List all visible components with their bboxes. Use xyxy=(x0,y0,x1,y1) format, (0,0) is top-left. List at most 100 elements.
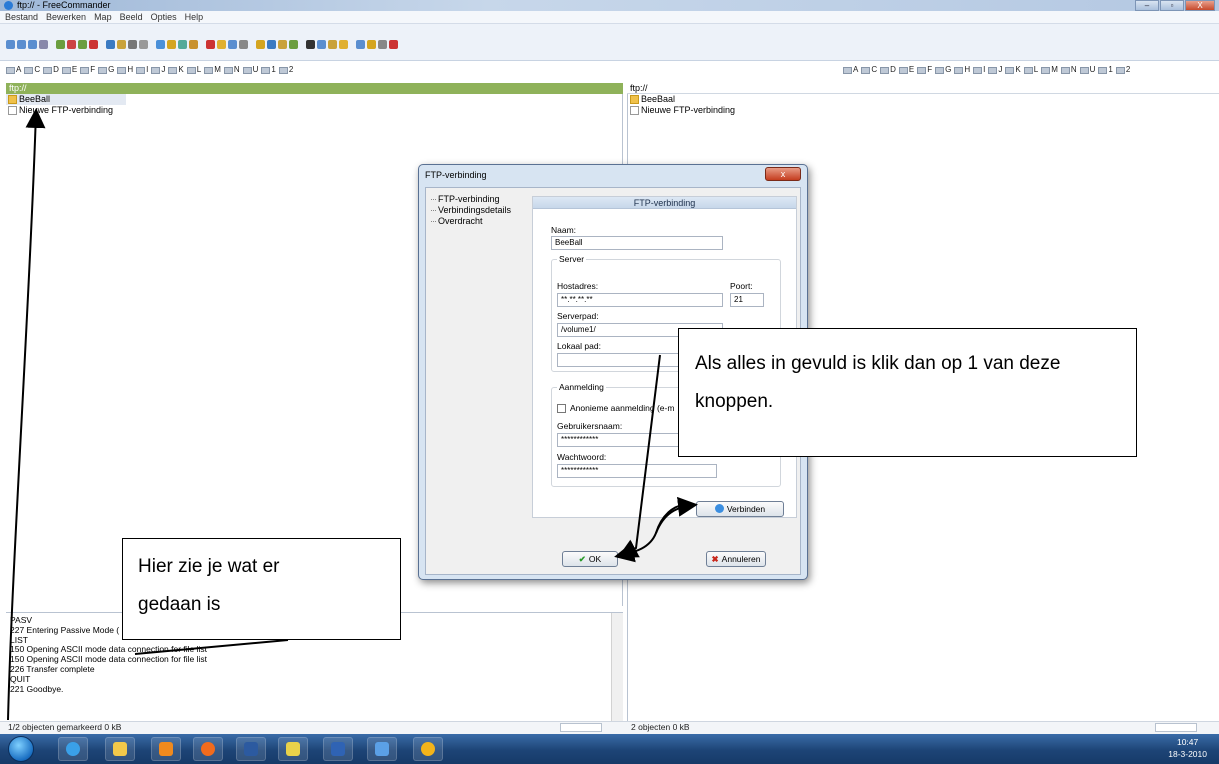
drive-button[interactable]: I xyxy=(136,63,148,77)
close-button[interactable]: X xyxy=(1185,0,1215,11)
port-field[interactable]: 21 xyxy=(730,293,764,307)
toolbar-button-icon[interactable] xyxy=(178,40,187,49)
path-bar-right[interactable]: ftp:// xyxy=(627,83,1219,94)
path-bar-left[interactable]: ftp:// xyxy=(6,83,623,94)
toolbar-button-icon[interactable] xyxy=(128,40,137,49)
start-button[interactable] xyxy=(8,736,34,762)
drive-button[interactable]: 2 xyxy=(278,63,293,77)
drive-button[interactable]: J xyxy=(988,63,1002,77)
toolbar-button-icon[interactable] xyxy=(217,40,226,49)
toolbar-button-icon[interactable] xyxy=(206,40,215,49)
taskbar-explorer[interactable] xyxy=(105,737,135,761)
host-field[interactable]: **.**.**.** xyxy=(557,293,723,307)
toolbar-button-icon[interactable] xyxy=(367,40,376,49)
toolbar-button-icon[interactable] xyxy=(106,40,115,49)
list-item[interactable]: BeeBall xyxy=(6,94,126,105)
drive-button[interactable]: N xyxy=(1060,63,1077,77)
drive-button[interactable]: J xyxy=(151,63,165,77)
toolbar-button-icon[interactable] xyxy=(256,40,265,49)
toolbar-button-icon[interactable] xyxy=(17,40,26,49)
list-item[interactable]: Nieuwe FTP-verbinding xyxy=(628,105,1219,116)
tree-item-ftp-verbinding[interactable]: FTP-verbinding xyxy=(430,194,511,205)
clock[interactable]: 10:47 18-3-2010 xyxy=(1168,736,1207,762)
menu-bewerken[interactable]: Bewerken xyxy=(46,11,86,23)
status-field-right[interactable] xyxy=(1155,723,1197,732)
toolbar-button-icon[interactable] xyxy=(117,40,126,49)
ok-button[interactable]: ✔ OK xyxy=(562,551,618,567)
taskbar-paint[interactable] xyxy=(367,737,397,761)
cancel-button[interactable]: ✖ Annuleren xyxy=(706,551,766,567)
drive-button[interactable]: 1 xyxy=(1098,63,1113,77)
menu-opties[interactable]: Opties xyxy=(151,11,177,23)
dialog-close-button[interactable]: x xyxy=(765,167,801,181)
taskbar-mail[interactable] xyxy=(193,737,223,761)
toolbar-button-icon[interactable] xyxy=(378,40,387,49)
drive-button[interactable]: G xyxy=(935,63,951,77)
toolbar-button-icon[interactable] xyxy=(189,40,198,49)
taskbar-app[interactable] xyxy=(236,737,266,761)
name-field[interactable]: BeeBall xyxy=(551,236,723,250)
taskbar-tool[interactable] xyxy=(278,737,308,761)
toolbar-button-icon[interactable] xyxy=(228,40,237,49)
status-field-left[interactable] xyxy=(560,723,602,732)
drive-button[interactable]: N xyxy=(223,63,240,77)
drive-button[interactable]: M xyxy=(1041,63,1058,77)
toolbar-button-icon[interactable] xyxy=(56,40,65,49)
toolbar-button-icon[interactable] xyxy=(278,40,287,49)
menu-map[interactable]: Map xyxy=(94,11,112,23)
anonymous-checkbox[interactable] xyxy=(557,404,566,413)
menu-beeld[interactable]: Beeld xyxy=(120,11,143,23)
password-field[interactable]: ************ xyxy=(557,464,717,478)
menu-help[interactable]: Help xyxy=(185,11,204,23)
toolbar-button-icon[interactable] xyxy=(39,40,48,49)
connect-button[interactable]: Verbinden xyxy=(696,501,784,517)
drive-button[interactable]: C xyxy=(24,63,40,77)
toolbar-button-icon[interactable] xyxy=(389,40,398,49)
toolbar-button-icon[interactable] xyxy=(6,40,15,49)
toolbar-button-icon[interactable] xyxy=(167,40,176,49)
list-item[interactable]: BeeBaal xyxy=(628,94,1219,105)
tree-item-verbindingsdetails[interactable]: Verbindingsdetails xyxy=(430,205,511,216)
toolbar-button-icon[interactable] xyxy=(239,40,248,49)
drive-button[interactable]: H xyxy=(117,63,133,77)
drive-button[interactable]: U xyxy=(242,63,258,77)
drive-button[interactable]: I xyxy=(973,63,985,77)
drive-button[interactable]: F xyxy=(80,63,95,77)
log-scrollbar[interactable] xyxy=(611,613,623,721)
toolbar-button-icon[interactable] xyxy=(339,40,348,49)
drive-button[interactable]: A xyxy=(6,63,21,77)
toolbar-button-icon[interactable] xyxy=(317,40,326,49)
drive-button[interactable]: L xyxy=(186,63,201,77)
drive-button[interactable]: A xyxy=(843,63,858,77)
toolbar-button-icon[interactable] xyxy=(156,40,165,49)
menu-bestand[interactable]: Bestand xyxy=(5,11,38,23)
drive-button[interactable]: L xyxy=(1023,63,1038,77)
toolbar-button-icon[interactable] xyxy=(139,40,148,49)
toolbar-button-icon[interactable] xyxy=(289,40,298,49)
drive-button[interactable]: M xyxy=(204,63,221,77)
drive-button[interactable]: K xyxy=(1005,63,1021,77)
toolbar-button-icon[interactable] xyxy=(28,40,37,49)
toolbar-button-icon[interactable] xyxy=(356,40,365,49)
toolbar-button-icon[interactable] xyxy=(67,40,76,49)
list-item[interactable]: Nieuwe FTP-verbinding xyxy=(6,105,622,116)
toolbar-button-icon[interactable] xyxy=(89,40,98,49)
drive-button[interactable]: D xyxy=(43,63,59,77)
drive-button[interactable]: G xyxy=(98,63,114,77)
taskbar-word[interactable] xyxy=(323,737,353,761)
minimize-button[interactable]: – xyxy=(1135,0,1159,11)
toolbar-button-icon[interactable] xyxy=(306,40,315,49)
drive-button[interactable]: D xyxy=(880,63,896,77)
drive-button[interactable]: 2 xyxy=(1115,63,1130,77)
taskbar-freecommander[interactable] xyxy=(413,737,443,761)
drive-button[interactable]: K xyxy=(168,63,184,77)
drive-button[interactable]: 1 xyxy=(261,63,276,77)
toolbar-button-icon[interactable] xyxy=(267,40,276,49)
maximize-button[interactable]: ▫ xyxy=(1160,0,1184,11)
drive-button[interactable]: C xyxy=(861,63,877,77)
tree-item-overdracht[interactable]: Overdracht xyxy=(430,216,511,227)
drive-button[interactable]: E xyxy=(61,63,77,77)
drive-button[interactable]: H xyxy=(954,63,970,77)
toolbar-button-icon[interactable] xyxy=(328,40,337,49)
drive-button[interactable]: U xyxy=(1079,63,1095,77)
